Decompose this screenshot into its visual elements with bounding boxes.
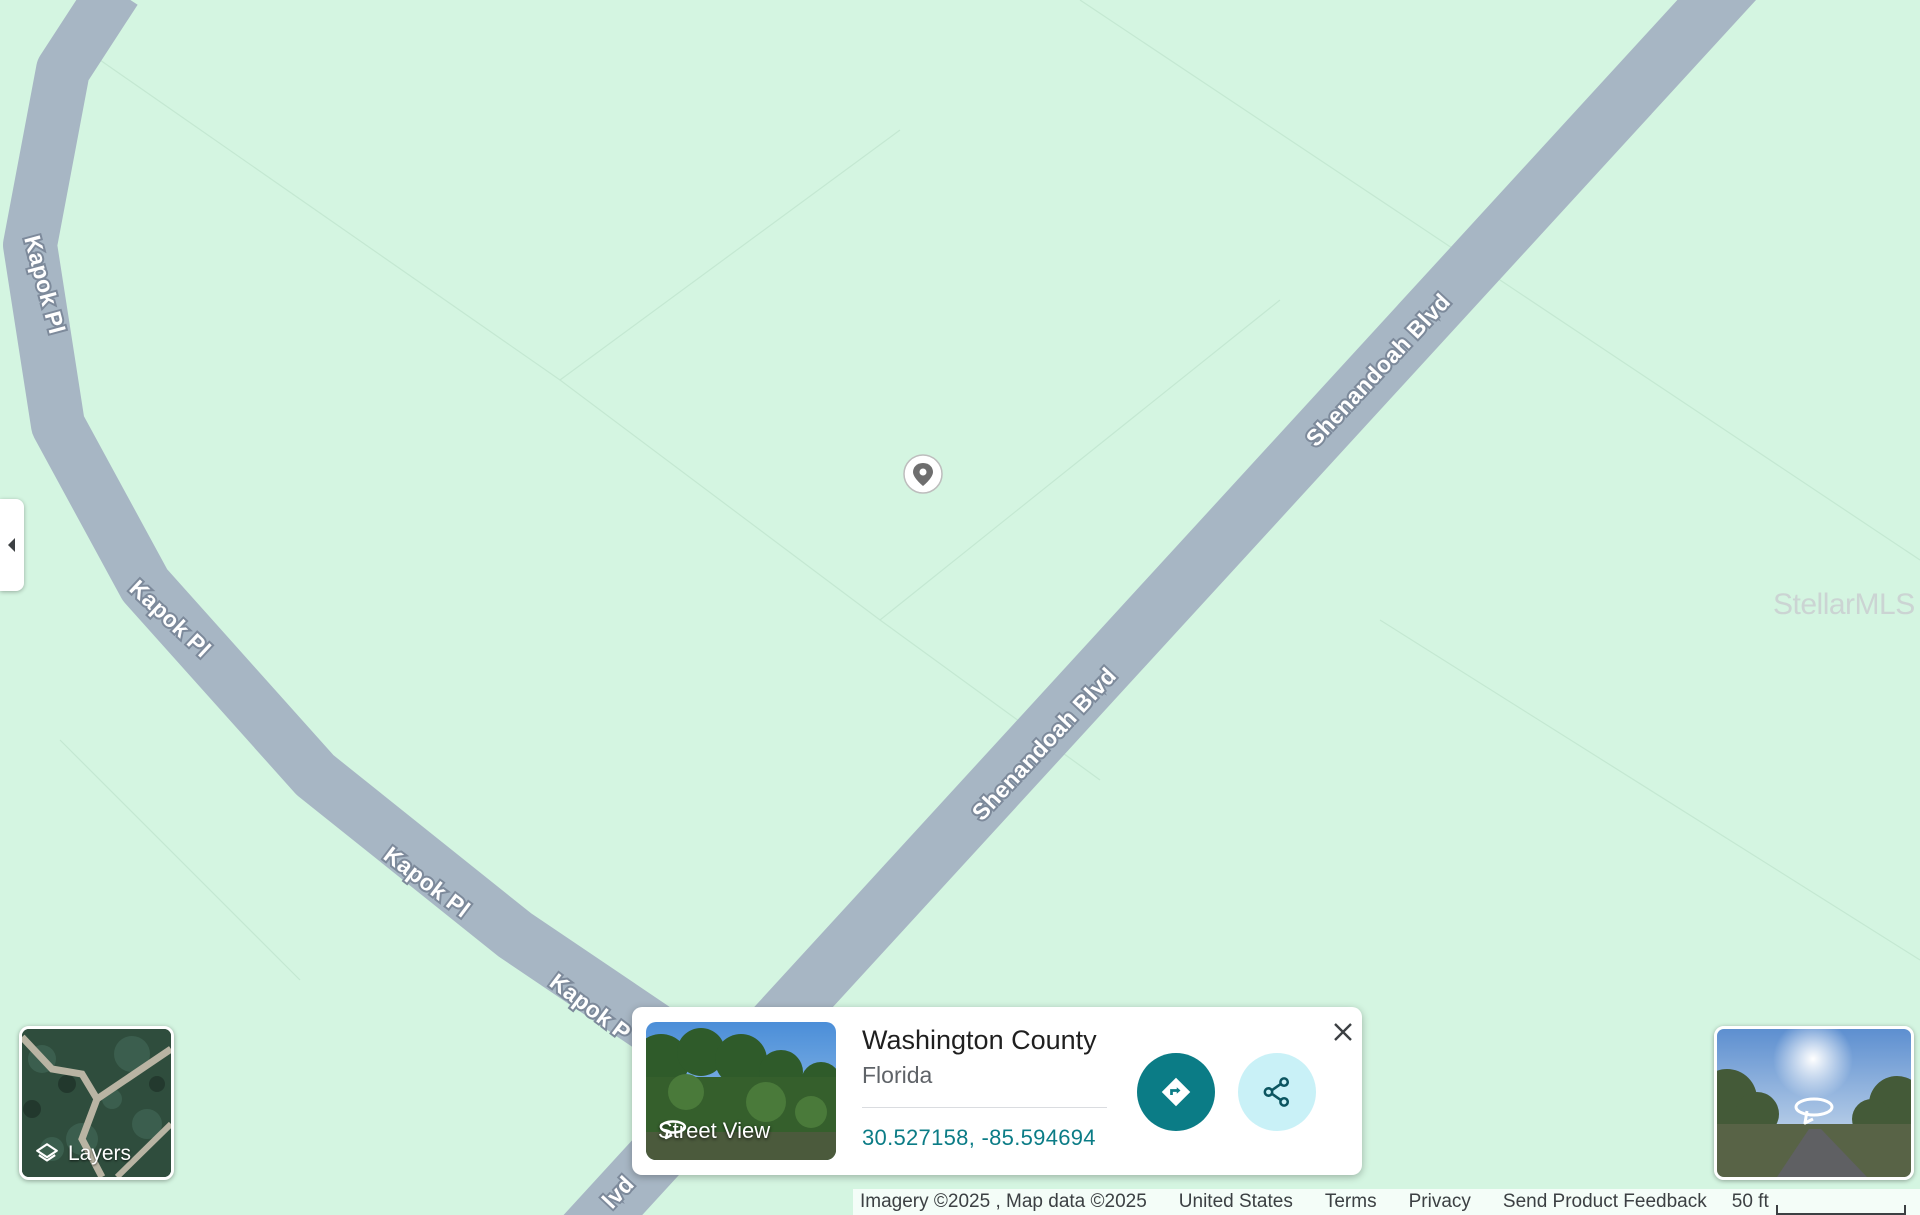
imagery-attribution: Imagery ©2025 , Map data ©2025 [860,1191,1147,1212]
place-title: Washington County [862,1025,1097,1055]
scale-indicator[interactable]: 50 ft [1731,1191,1906,1215]
scale-label: 50 ft [1731,1191,1769,1212]
side-panel-toggle-button[interactable] [0,499,24,591]
layers-icon [36,1143,58,1162]
place-info-card: Street View Washington County Florida 30… [632,1007,1362,1175]
terms-link[interactable]: Terms [1325,1191,1377,1213]
street-view-preview-photo [1717,1029,1911,1177]
close-button[interactable] [1328,1017,1358,1047]
share-icon [1263,1077,1290,1107]
street-view-thumbnail-button[interactable]: Street View [646,1022,836,1160]
share-button[interactable] [1238,1053,1316,1131]
street-view-preview-button[interactable] [1714,1026,1914,1180]
layers-label: Layers [68,1142,132,1165]
feedback-link[interactable]: Send Product Feedback [1503,1191,1707,1213]
watermark-text: StellarMLS [1773,588,1915,621]
directions-icon [1161,1077,1191,1107]
place-subtitle: Florida [862,1062,933,1088]
caret-left-icon [8,538,15,552]
coordinates-link[interactable]: 30.527158, -85.594694 [862,1125,1096,1151]
street-view-caption: Street View [658,1118,770,1144]
layers-caption: Layers [34,1141,131,1167]
layers-button[interactable]: Layers [19,1026,174,1180]
card-divider [862,1107,1107,1108]
map-pin-icon[interactable] [903,454,943,494]
close-icon [1334,1023,1352,1041]
region-link[interactable]: United States [1179,1191,1293,1213]
directions-button[interactable] [1137,1053,1215,1131]
attribution-bar: Imagery ©2025 , Map data ©2025 United St… [853,1189,1920,1215]
scale-bar [1775,1205,1906,1215]
street-view-360-icon [659,1120,687,1140]
privacy-link[interactable]: Privacy [1409,1191,1471,1213]
